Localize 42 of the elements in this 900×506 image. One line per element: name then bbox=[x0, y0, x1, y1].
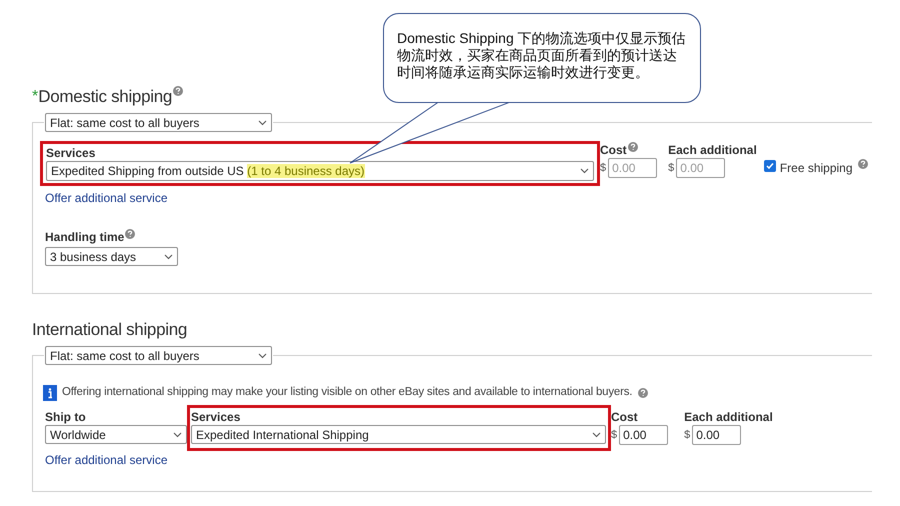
required-mark: * bbox=[32, 87, 38, 107]
field-label: Ship to bbox=[45, 409, 86, 426]
field-label: Handling time bbox=[45, 229, 124, 245]
chevron-icon bbox=[258, 352, 267, 358]
currency-sign: $ bbox=[600, 160, 606, 176]
services-select[interactable]: Expedited International Shipping bbox=[191, 425, 606, 444]
help-icon[interactable] bbox=[125, 229, 136, 239]
field-label: Cost bbox=[600, 142, 627, 158]
help-icon[interactable] bbox=[858, 159, 868, 169]
callout-text: Domestic Shipping 下的物流选项中仅显示预估物流时效，买家在商品页面所看到的预计送达时间将随承运商实际运输时效进行变更。 bbox=[397, 30, 687, 81]
free-shipping-label: Free shipping bbox=[780, 160, 853, 177]
chevron-icon bbox=[592, 432, 601, 438]
section-title: Domestic shipping bbox=[38, 86, 172, 108]
each-additional-field[interactable]: 0.00 bbox=[692, 425, 742, 446]
help-icon[interactable] bbox=[173, 86, 184, 96]
chevron-icon bbox=[164, 254, 173, 260]
check-icon bbox=[766, 162, 774, 170]
currency-sign: $ bbox=[611, 428, 618, 443]
free-shipping-checkbox[interactable] bbox=[764, 160, 776, 172]
field-label: Services bbox=[191, 409, 240, 426]
help-icon[interactable] bbox=[638, 388, 648, 398]
field-label: Each additional bbox=[668, 142, 757, 158]
section-title: International shipping bbox=[32, 319, 188, 341]
currency-sign: $ bbox=[668, 160, 674, 176]
offer-additional-service-link[interactable]: Offer additional service bbox=[45, 451, 168, 470]
shipping-type-select[interactable]: Flat: same cost to all buyers bbox=[45, 113, 272, 132]
ship-to-select[interactable]: Worldwide bbox=[45, 425, 187, 444]
field-label: Cost bbox=[611, 409, 638, 426]
chevron-icon bbox=[173, 432, 182, 438]
info-icon bbox=[43, 384, 57, 401]
chevron-icon bbox=[258, 120, 267, 126]
handling-time-select[interactable]: 3 business days bbox=[45, 247, 178, 266]
cost-field[interactable]: 0.00 bbox=[619, 425, 668, 446]
services-select[interactable]: Expedited Shipping from outside US (1 to 4 business days) bbox=[46, 161, 594, 181]
chevron-icon bbox=[580, 168, 589, 174]
info-text: Offering international shipping may make your listing visible on other eBay sites and available to international buyers. bbox=[62, 385, 632, 400]
shipping-type-select[interactable]: Flat: same cost to all buyers bbox=[45, 346, 272, 365]
field-label: Services bbox=[46, 145, 96, 161]
help-icon[interactable] bbox=[628, 142, 638, 152]
offer-additional-service-link[interactable]: Offer additional service bbox=[45, 189, 168, 207]
field-label: Each additional bbox=[684, 409, 773, 426]
currency-sign: $ bbox=[684, 428, 690, 443]
